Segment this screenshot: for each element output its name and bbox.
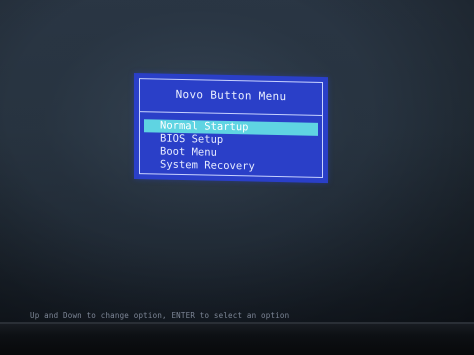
menu-options: Normal Startup BIOS Setup Boot Menu Syst…	[144, 119, 318, 175]
navigation-hint: Up and Down to change option, ENTER to s…	[30, 311, 290, 320]
bios-screen: Novo Button Menu Normal Startup BIOS Set…	[0, 0, 474, 322]
novo-button-menu: Novo Button Menu Normal Startup BIOS Set…	[134, 73, 328, 184]
monitor-bezel	[0, 322, 474, 355]
bezel-edge	[0, 322, 474, 324]
